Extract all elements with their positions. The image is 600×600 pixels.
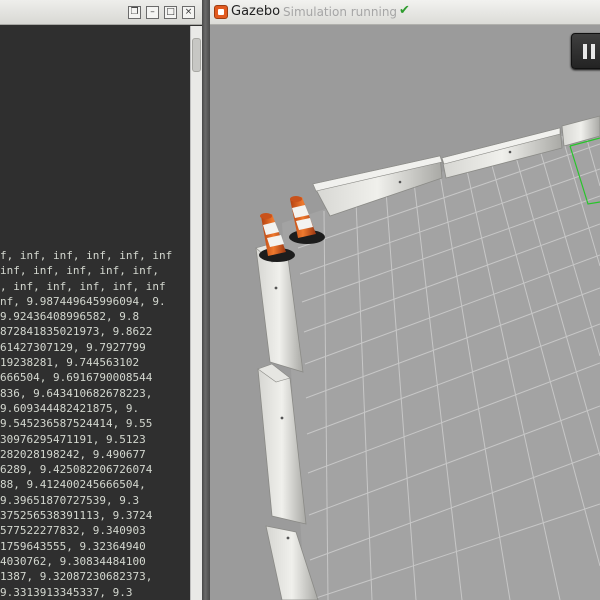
terminal-window: ❐ – □ × f, inf, inf, inf, inf, inf inf, i… [0, 0, 202, 600]
gazebo-logo-icon [214, 5, 228, 19]
terminal-line: , inf, inf, inf, inf, inf [0, 279, 166, 293]
terminal-line: 30976295471191, 9.5123 [0, 432, 146, 446]
gazebo-titlebar: Gazebo Simulation running ✔ [210, 0, 600, 25]
maximize-icon[interactable]: □ [164, 6, 177, 19]
pause-button[interactable] [571, 33, 600, 69]
terminal-lines: f, inf, inf, inf, inf, inf inf, inf, inf,… [0, 248, 190, 600]
terminal-line: 375256538391113, 9.3724 [0, 509, 153, 523]
minimize-icon[interactable]: – [146, 6, 159, 19]
3d-viewport[interactable] [210, 26, 600, 600]
terminal-line: 4030762, 9.30834484100 [0, 554, 146, 568]
terminal-line: 61427307129, 9.7927799 [0, 340, 146, 354]
terminal-titlebar: ❐ – □ × [0, 0, 202, 25]
terminal-line: 1759643555, 9.32364940 [0, 539, 146, 553]
close-icon[interactable]: × [182, 6, 195, 19]
simulation-status: Simulation running [283, 5, 398, 19]
terminal-scrollbar[interactable] [190, 26, 202, 600]
gazebo-window: Gazebo Simulation running ✔ [210, 0, 600, 600]
terminal-line: 9.3313913345337, 9.3 [0, 585, 133, 599]
restore-icon[interactable]: ❐ [128, 6, 141, 19]
terminal-line: 9.39651870727539, 9.3 [0, 493, 140, 507]
terminal-line: inf, inf, inf, inf, inf, [0, 264, 159, 278]
terminal-line: 9.545236587524414, 9.55 [0, 417, 153, 431]
terminal-line: 666504, 9.6916790008544 [0, 371, 153, 385]
window-divider[interactable] [202, 0, 210, 600]
terminal-scrollbar-thumb[interactable] [192, 38, 201, 72]
terminal-line: nf, 9.987449645996094, 9. [0, 294, 166, 308]
terminal-line: 282028198242, 9.490677 [0, 447, 146, 461]
terminal-line: 1387, 9.32087230682373, [0, 570, 153, 584]
terminal-line: 9.609344482421875, 9. [0, 401, 140, 415]
terminal-line: 6289, 9.425082206726074 [0, 463, 153, 477]
terminal-line: 577522277832, 9.340903 [0, 524, 146, 538]
terminal-output[interactable]: f, inf, inf, inf, inf, inf inf, inf, inf,… [0, 26, 190, 600]
terminal-line: 9.92436408996582, 9.8 [0, 310, 140, 324]
terminal-line: 872841835021973, 9.8622 [0, 325, 153, 339]
terminal-line: 19238281, 9.744563102 [0, 356, 140, 370]
desktop: ❐ – □ × f, inf, inf, inf, inf, inf inf, i… [0, 0, 600, 600]
terminal-line: 88, 9.412400245666504, [0, 478, 146, 492]
terminal-line: f, inf, inf, inf, inf, inf [0, 249, 173, 262]
app-title: Gazebo [231, 4, 281, 19]
terminal-line: 836, 9.643410682678223, [0, 386, 153, 400]
scene-render [255, 115, 600, 600]
checkmark-icon: ✔ [399, 3, 410, 18]
